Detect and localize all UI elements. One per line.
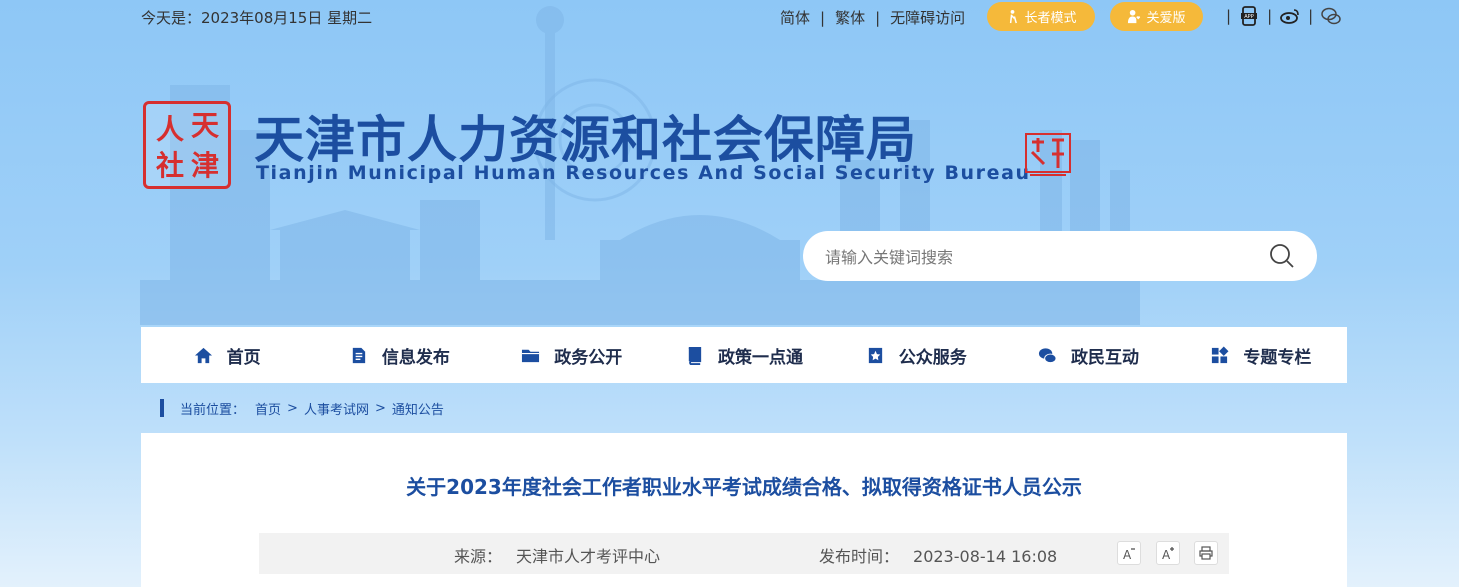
tianjin-stamp-icon bbox=[1025, 133, 1071, 176]
font-increase-icon: A bbox=[1162, 547, 1174, 560]
main-navigation: 首页 信息发布 政务公开 政策一点通 公众服务 政民互动 专题专栏 bbox=[141, 327, 1347, 383]
source-value: 天津市人才考评中心 bbox=[516, 547, 661, 566]
weibo-icon[interactable] bbox=[1280, 6, 1300, 26]
nav-item-home[interactable]: 首页 bbox=[141, 327, 313, 383]
nav-label: 公众服务 bbox=[898, 347, 967, 368]
seal-char: 人 bbox=[156, 113, 185, 146]
font-increase-button[interactable]: A bbox=[1156, 541, 1180, 565]
divider: | bbox=[875, 8, 881, 27]
bureau-seal-logo: 天 人 津 社 bbox=[143, 101, 231, 189]
home-icon bbox=[194, 347, 212, 363]
publish-time-label: 发布时间： bbox=[819, 547, 900, 566]
traditional-chinese-link[interactable]: 繁体 bbox=[835, 7, 865, 28]
search-icon[interactable] bbox=[1269, 243, 1295, 269]
wechat-icon[interactable] bbox=[1321, 6, 1341, 26]
top-bar: 今天是：2023年08月15日 星期二 简体 | 繁体 | 无障碍访问 长者模式… bbox=[0, 0, 1459, 36]
language-links: 简体 | 繁体 | 无障碍访问 bbox=[780, 7, 965, 28]
font-decrease-button[interactable]: A bbox=[1117, 541, 1141, 565]
divider: | bbox=[1226, 7, 1232, 25]
breadcrumb-separator: > bbox=[287, 400, 298, 416]
grid-icon bbox=[1212, 346, 1229, 363]
chat-icon bbox=[1038, 347, 1057, 363]
seal-char: 津 bbox=[191, 149, 220, 182]
book-icon bbox=[688, 346, 702, 365]
document-icon bbox=[352, 347, 366, 363]
site-title-english: Tianjin Municipal Human Resources And So… bbox=[256, 162, 1031, 184]
care-version-button[interactable]: 关爱版 bbox=[1110, 2, 1203, 31]
svg-text:APP: APP bbox=[1244, 14, 1253, 20]
current-date: 今天是：2023年08月15日 星期二 bbox=[141, 9, 373, 27]
article-title: 关于2023年度社会工作者职业水平考试成绩合格、拟取得资格证书人员公示 bbox=[406, 475, 1082, 499]
search-box bbox=[803, 231, 1317, 283]
nav-item-info-release[interactable]: 信息发布 bbox=[313, 327, 485, 383]
seal-char: 社 bbox=[156, 149, 185, 182]
divider: | bbox=[820, 8, 826, 27]
simplified-chinese-link[interactable]: 简体 bbox=[780, 7, 810, 28]
nav-label: 首页 bbox=[226, 347, 261, 368]
article-meta-bar: 来源： 天津市人才考评中心 发布时间： 2023-08-14 16:08 A A bbox=[259, 533, 1229, 574]
elder-mode-button[interactable]: 长者模式 bbox=[987, 2, 1095, 31]
print-button[interactable] bbox=[1194, 541, 1218, 565]
source-label: 来源： bbox=[454, 547, 503, 566]
nav-label: 信息发布 bbox=[381, 347, 450, 368]
breadcrumb-link-notice[interactable]: 通知公告 bbox=[392, 399, 444, 418]
breadcrumb-separator: > bbox=[374, 400, 386, 416]
service-icon bbox=[868, 347, 882, 363]
breadcrumb-marker bbox=[160, 399, 164, 417]
care-version-label: 关爱版 bbox=[1146, 11, 1186, 26]
publish-time-value: 2023-08-14 16:08 bbox=[913, 547, 1058, 566]
seal-char: 天 bbox=[191, 109, 220, 142]
nav-item-policy[interactable]: 政策一点通 bbox=[658, 327, 830, 383]
article-publish-time: 发布时间： 2023-08-14 16:08 bbox=[819, 543, 1057, 567]
person-heart-icon bbox=[1128, 9, 1141, 24]
nav-label: 政民互动 bbox=[1071, 347, 1140, 368]
elder-icon bbox=[1010, 9, 1018, 24]
folder-icon bbox=[522, 349, 540, 362]
breadcrumb: 当前位置： 首页 > 人事考试网 > 通知公告 bbox=[160, 398, 444, 418]
social-links: | APP | | bbox=[1218, 6, 1341, 26]
svg-text:A: A bbox=[1162, 548, 1171, 560]
print-icon bbox=[1199, 546, 1213, 560]
app-icon[interactable]: APP bbox=[1239, 6, 1259, 26]
nav-label: 政务公开 bbox=[554, 347, 623, 368]
article-panel: 关于2023年度社会工作者职业水平考试成绩合格、拟取得资格证书人员公示 来源： 天… bbox=[141, 433, 1347, 587]
article-source: 来源： 天津市人才考评中心 bbox=[454, 543, 660, 567]
breadcrumb-link-home[interactable]: 首页 bbox=[255, 399, 281, 418]
nav-label: 专题专栏 bbox=[1243, 347, 1312, 368]
svg-text:A: A bbox=[1123, 548, 1132, 560]
divider: | bbox=[1267, 7, 1273, 25]
nav-item-government-affairs[interactable]: 政务公开 bbox=[486, 327, 658, 383]
breadcrumb-link-exam[interactable]: 人事考试网 bbox=[304, 399, 369, 418]
nav-item-interaction[interactable]: 政民互动 bbox=[1002, 327, 1174, 383]
elder-mode-label: 长者模式 bbox=[1024, 11, 1077, 26]
search-input[interactable] bbox=[823, 231, 1257, 283]
nav-label: 政策一点通 bbox=[717, 347, 803, 368]
nav-item-public-service[interactable]: 公众服务 bbox=[830, 327, 1002, 383]
font-decrease-icon: A bbox=[1123, 548, 1135, 560]
accessibility-link[interactable]: 无障碍访问 bbox=[890, 7, 965, 28]
breadcrumb-label: 当前位置： bbox=[180, 402, 246, 418]
divider: | bbox=[1308, 7, 1314, 25]
nav-item-special-topics[interactable]: 专题专栏 bbox=[1175, 327, 1347, 383]
